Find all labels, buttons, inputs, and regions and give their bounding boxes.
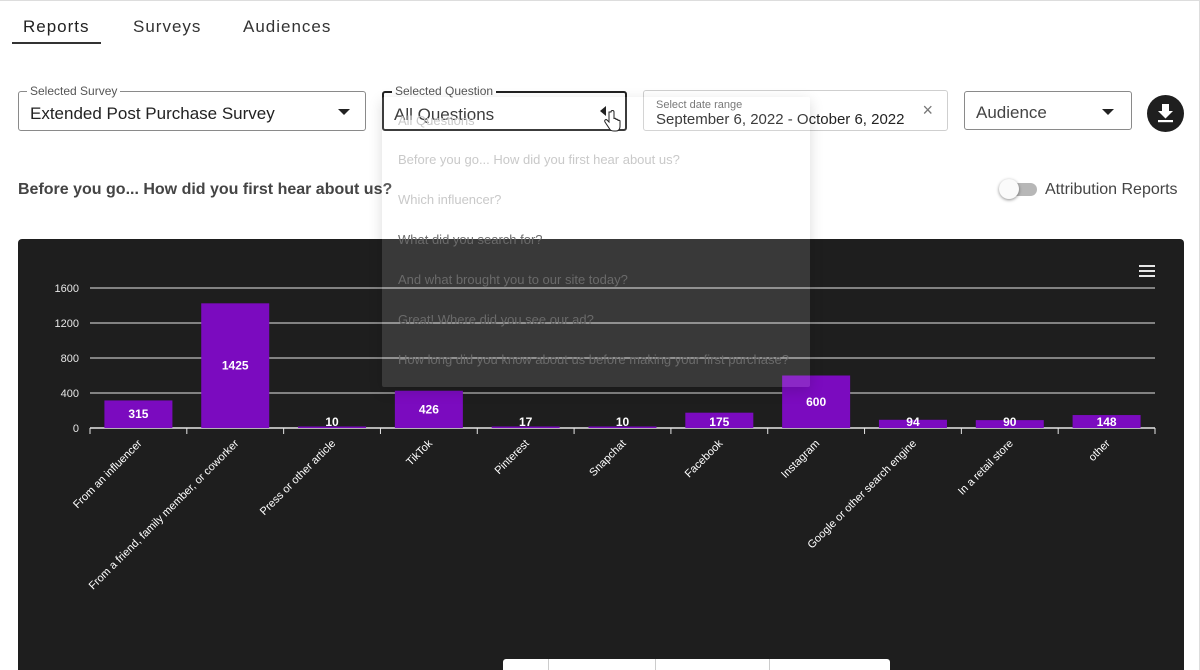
divider: [769, 659, 770, 670]
dropdown-option[interactable]: Before you go... How did you first hear …: [398, 152, 680, 167]
hand-cursor-icon: [604, 110, 621, 132]
data-label: 175: [709, 415, 729, 429]
menu-icon-line: [1139, 270, 1155, 272]
dropdown-option[interactable]: And what brought you to our site today?: [398, 272, 628, 287]
menu-icon: [1139, 265, 1155, 267]
data-label: 1425: [222, 359, 249, 373]
x-tick-label: From an influencer: [71, 437, 145, 511]
menu-icon-line: [1139, 275, 1155, 277]
x-tick-label: Instagram: [779, 438, 822, 481]
dropdown-option[interactable]: Great! Where did you see our ad?: [398, 312, 594, 327]
dropdown-option[interactable]: Which influencer?: [398, 192, 501, 207]
x-tick-label: In a retail store: [956, 438, 1016, 498]
data-label: 94: [906, 415, 920, 429]
divider: [548, 659, 549, 670]
y-tick-label: 1600: [55, 283, 79, 295]
question-dropdown-menu: All Questions Before you go... How did y…: [382, 97, 810, 387]
data-label: 17: [519, 415, 533, 429]
data-label: 600: [806, 395, 826, 409]
dropdown-option[interactable]: How long did you know about us before ma…: [398, 352, 789, 367]
chart-menu-button[interactable]: [1139, 265, 1155, 277]
x-tick-label: Press or other article: [258, 438, 338, 518]
x-tick-label: From a friend, family member, or coworke…: [87, 437, 242, 592]
data-label: 426: [419, 402, 439, 416]
data-label: 148: [1097, 415, 1117, 429]
data-label: 315: [128, 407, 148, 421]
dropdown-option[interactable]: All Questions: [398, 113, 475, 128]
y-tick-label: 0: [73, 423, 79, 435]
x-tick-label: Google or other search engine: [806, 438, 920, 552]
data-label: 90: [1003, 415, 1017, 429]
x-tick-label: TikTok: [404, 437, 435, 468]
x-tick-label: Snapchat: [587, 438, 628, 479]
x-tick-label: Facebook: [683, 437, 726, 480]
data-label: 10: [325, 415, 339, 429]
y-tick-label: 1200: [55, 318, 79, 330]
divider: [655, 659, 656, 670]
table-pager: [503, 659, 890, 670]
data-label: 10: [616, 415, 630, 429]
dropdown-option[interactable]: What did you search for?: [398, 232, 543, 247]
x-tick-label: Pinterest: [493, 438, 532, 477]
y-tick-label: 800: [61, 353, 79, 365]
y-tick-label: 400: [61, 388, 79, 400]
x-tick-label: other: [1086, 437, 1112, 463]
